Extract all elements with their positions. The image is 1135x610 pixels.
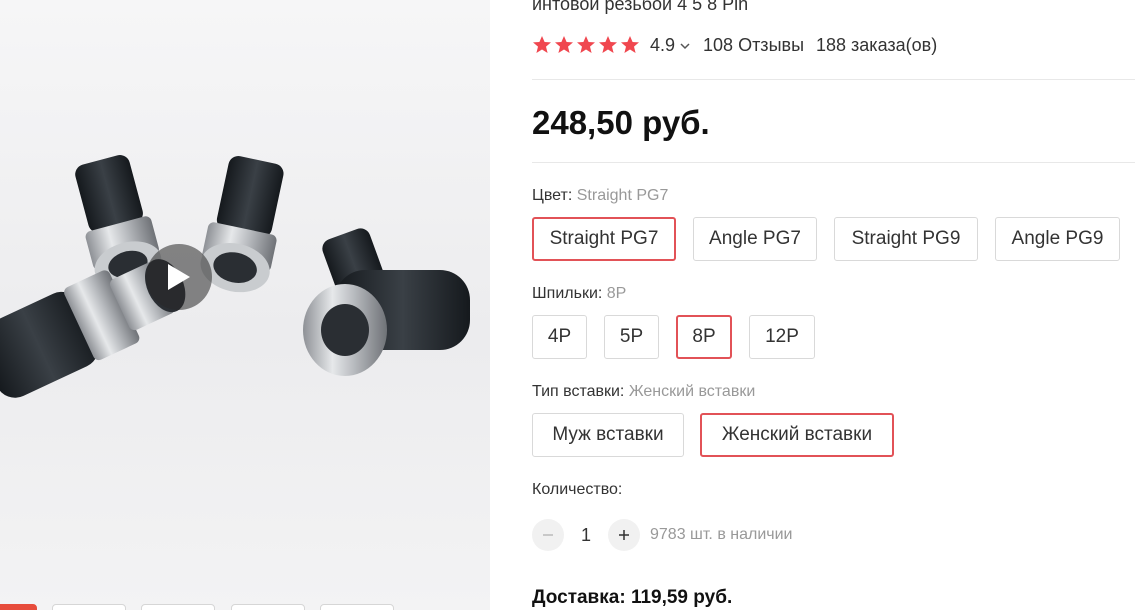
product-title: интовой резьбой 4 5 8 Pin — [532, 0, 749, 14]
star-icon — [599, 36, 617, 53]
quantity-label: Количество: — [532, 481, 623, 498]
color-option-angle-pg9[interactable]: Angle PG9 — [995, 217, 1120, 261]
star-icon — [555, 36, 573, 53]
chevron-down-icon[interactable] — [679, 40, 691, 52]
star-icon — [621, 36, 639, 53]
product-media[interactable] — [0, 0, 490, 610]
pins-label-text: Шпильки: — [532, 285, 603, 302]
delivery-label: Доставка: — [532, 587, 626, 608]
star-icon — [577, 36, 595, 53]
pins-label: Шпильки: 8P — [532, 285, 626, 303]
reviews-link[interactable]: 108 Отзывы — [703, 35, 804, 56]
pins-option-5p[interactable]: 5P — [604, 315, 659, 359]
product-price: 248,50 руб. — [532, 104, 710, 141]
divider — [532, 79, 1135, 80]
orders-count: 188 заказа(ов) — [816, 34, 938, 55]
insert-option-female[interactable]: Женский вставки — [700, 413, 894, 457]
delivery-info: Доставка: 119,59 руб. — [532, 587, 732, 609]
thumbnail[interactable] — [231, 604, 305, 610]
thumbnail[interactable] — [52, 604, 126, 610]
quantity-increase-button[interactable] — [608, 519, 640, 551]
color-option-straight-pg9[interactable]: Straight PG9 — [834, 217, 978, 261]
thumbnail[interactable] — [320, 604, 394, 610]
product-image — [0, 155, 470, 398]
color-option-angle-pg7[interactable]: Angle PG7 — [693, 217, 817, 261]
product-info: интовой резьбой 4 5 8 Pin 4.9 108 Отзывы… — [532, 0, 1135, 610]
divider — [532, 162, 1135, 163]
video-play-button[interactable] — [146, 244, 212, 310]
thumbnail[interactable] — [141, 604, 215, 610]
quantity-decrease-button[interactable] — [532, 519, 564, 551]
thumbnail[interactable] — [0, 604, 37, 610]
thumbnail-strip — [0, 604, 490, 610]
pins-option-4p[interactable]: 4P — [532, 315, 587, 359]
minus-icon — [543, 534, 553, 536]
insert-selected: Женский вставки — [628, 383, 756, 400]
star-rating — [532, 35, 640, 55]
rating-row: 4.9 108 Отзывы 188 заказа(ов) — [532, 32, 937, 58]
insert-label: Тип вставки: Женский вставки — [532, 383, 755, 401]
insert-option-male[interactable]: Муж вставки — [532, 413, 684, 457]
play-icon — [168, 264, 190, 290]
star-icon — [533, 36, 551, 53]
color-label-text: Цвет: — [532, 187, 573, 204]
color-selected: Straight PG7 — [576, 187, 669, 204]
pins-selected: 8P — [606, 285, 627, 302]
rating-value: 4.9 — [650, 34, 676, 55]
pins-option-8p[interactable]: 8P — [676, 315, 732, 359]
color-label: Цвет: Straight PG7 — [532, 187, 668, 205]
stock-count: 9783 шт. в наличии — [650, 526, 793, 543]
delivery-price: 119,59 руб. — [630, 587, 733, 608]
plus-icon — [619, 530, 629, 540]
color-option-straight-pg7[interactable]: Straight PG7 — [532, 217, 676, 261]
quantity-value[interactable]: 1 — [564, 525, 608, 546]
quantity-stepper: 1 9783 шт. в наличии — [532, 518, 792, 552]
insert-label-text: Тип вставки: — [532, 383, 625, 400]
pins-option-12p[interactable]: 12P — [749, 315, 815, 359]
